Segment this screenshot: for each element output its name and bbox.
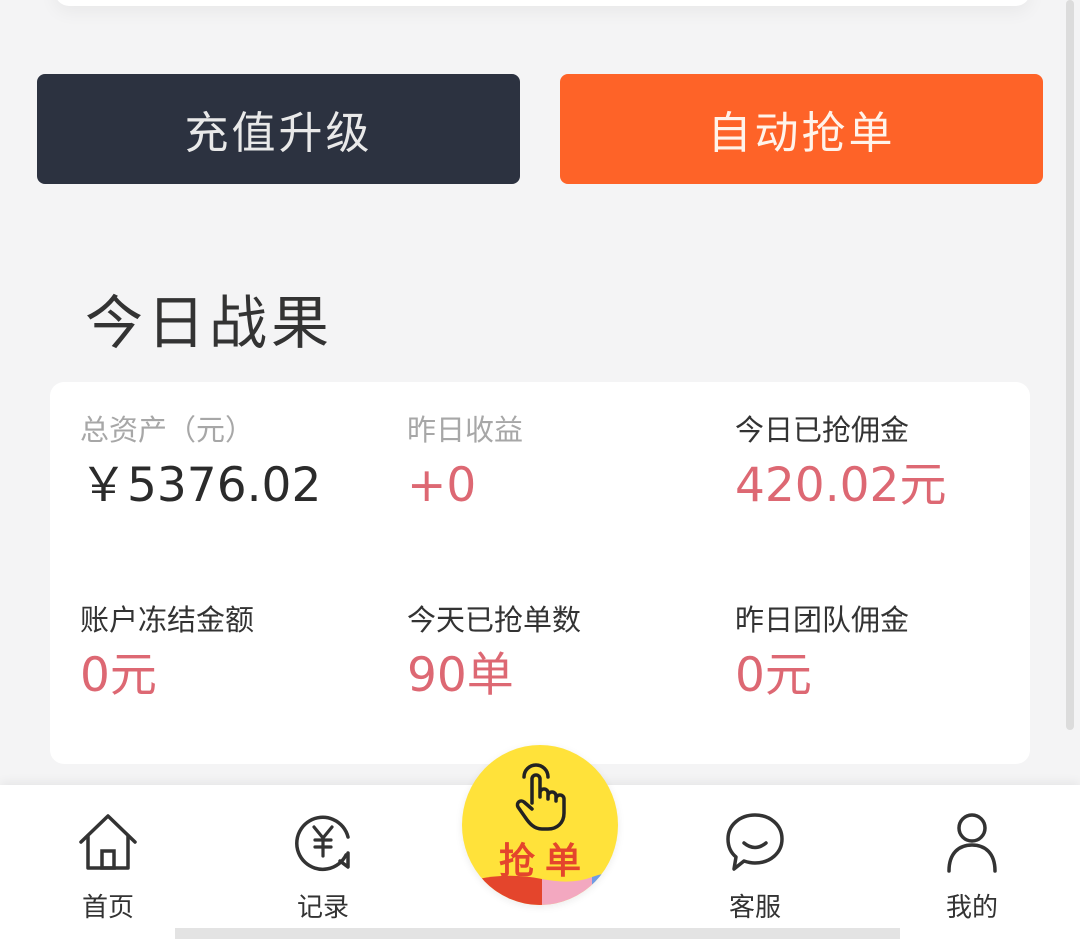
app-screen: 充值升级 自动抢单 今日战果 总资产（元） ￥5376.02 昨日收益 +0 今… [0, 0, 1080, 939]
stat-today-commission: 今日已抢佣金 420.02元 [735, 412, 946, 514]
tab-service[interactable]: 客服 [680, 809, 830, 929]
team-commission-value: 0元 [735, 648, 812, 703]
frozen-value: 0元 [80, 648, 157, 703]
today-commission-label: 今日已抢佣金 [735, 413, 910, 447]
house-icon [79, 814, 137, 870]
tab-records-label: 记录 [296, 893, 349, 923]
stat-team-commission: 昨日团队佣金 0元 [735, 602, 909, 704]
grab-button-stripe [462, 873, 618, 905]
user-icon [947, 813, 997, 873]
stat-total-assets: 总资产（元） ￥5376.02 [80, 412, 321, 514]
tab-mine[interactable]: 我的 [897, 809, 1047, 929]
yesterday-income-value: +0 [407, 458, 477, 513]
stat-today-orders: 今天已抢单数 90单 [407, 602, 581, 704]
tab-home[interactable]: 首页 [33, 809, 183, 929]
team-commission-label: 昨日团队佣金 [735, 603, 910, 637]
today-commission-value: 420.02元 [735, 458, 947, 513]
scrollbar[interactable] [1066, 0, 1074, 730]
yesterday-income-label: 昨日收益 [407, 413, 524, 447]
grab-order-button[interactable]: 抢单 [462, 745, 618, 905]
tab-service-label: 客服 [728, 893, 781, 923]
tab-home-label: 首页 [81, 893, 134, 923]
stat-yesterday-income: 昨日收益 +0 [407, 412, 523, 514]
section-title: 今日战果 [85, 289, 334, 357]
tab-records[interactable]: 记录 [248, 809, 398, 929]
home-indicator-strip [175, 928, 900, 939]
today-orders-label: 今天已抢单数 [407, 603, 582, 637]
chat-bubble-icon [726, 813, 784, 871]
recharge-upgrade-button[interactable]: 充值升级 [37, 74, 520, 184]
yuan-record-icon [295, 815, 350, 872]
today-orders-value: 90单 [407, 648, 514, 703]
stats-card: 总资产（元） ￥5376.02 昨日收益 +0 今日已抢佣金 420.02元 账… [50, 382, 1030, 764]
total-assets-value: ￥5376.02 [80, 458, 322, 513]
auto-grab-label: 自动抢单 [707, 108, 896, 159]
recharge-upgrade-label: 充值升级 [184, 108, 373, 159]
auto-grab-button[interactable]: 自动抢单 [560, 74, 1043, 184]
total-assets-label: 总资产（元） [80, 413, 255, 447]
stat-frozen: 账户冻结金额 0元 [80, 602, 254, 704]
tab-mine-label: 我的 [945, 893, 998, 923]
frozen-label: 账户冻结金额 [80, 603, 255, 637]
top-card [55, 0, 1030, 6]
tap-hand-icon [515, 763, 566, 831]
